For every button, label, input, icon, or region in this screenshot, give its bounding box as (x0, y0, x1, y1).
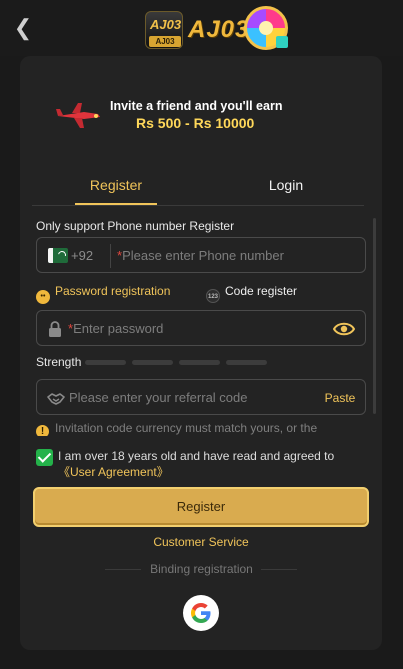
app-logo-badge: AJ03 AJ03 (145, 11, 183, 49)
referral-placeholder[interactable]: Please enter your referral code (69, 389, 299, 407)
back-button[interactable]: ❮ (10, 14, 36, 42)
currency-notice: ! Invitation code currency must match you… (36, 420, 366, 436)
lock-icon (49, 321, 61, 337)
invite-banner[interactable]: Invite a friend and you'll earn Rs 500 -… (52, 86, 352, 140)
chevron-left-icon: ❮ (13, 15, 33, 40)
numbers-icon: 123 (206, 289, 220, 303)
agreement-checkbox[interactable] (36, 449, 53, 466)
warning-icon: ! (36, 425, 49, 436)
code-register-option[interactable]: 123 Code register (206, 282, 316, 303)
strength-bar (85, 360, 126, 365)
tab-divider (32, 205, 364, 206)
strength-bar (179, 360, 220, 365)
eye-icon[interactable] (333, 320, 355, 338)
phone-placeholder[interactable]: *Please enter Phone number (117, 247, 317, 265)
agreement-text: I am over 18 years old and have read and… (58, 449, 335, 479)
paste-button[interactable]: Paste (323, 389, 357, 407)
country-code[interactable]: +92 (71, 247, 101, 265)
binding-registration-label: Binding registration (150, 562, 253, 576)
strength-bar (132, 360, 173, 365)
tab-register[interactable]: Register (75, 172, 157, 198)
password-field[interactable]: *Enter password (36, 310, 366, 346)
form-scrollbar[interactable] (373, 218, 376, 414)
divider-line (105, 569, 141, 570)
pakistan-flag-icon (48, 248, 68, 263)
field-separator (110, 244, 111, 268)
gift-icon (276, 36, 288, 48)
google-icon (191, 603, 211, 623)
customer-service-link[interactable]: Customer Service (140, 534, 262, 550)
airplane-icon (56, 103, 100, 128)
phone-field[interactable]: +92 *Please enter Phone number (36, 237, 366, 273)
referral-code-field[interactable]: Please enter your referral code Paste (36, 379, 366, 415)
banner-reward: Rs 500 - Rs 10000 (136, 115, 255, 131)
divider-line (261, 569, 297, 570)
tab-login[interactable]: Login (250, 172, 322, 198)
prize-wheel-hub (259, 21, 273, 35)
register-button[interactable]: Register (33, 487, 369, 527)
banner-title: Invite a friend and you'll earn (110, 99, 283, 113)
password-placeholder[interactable]: *Enter password (68, 320, 228, 338)
password-registration-option[interactable]: •• Password registration (36, 282, 176, 304)
logo-badge-label: AJ03 (149, 36, 181, 47)
user-agreement-link[interactable]: 《User Agreement》 (58, 465, 169, 479)
support-note: Only support Phone number Register (36, 219, 235, 233)
handshake-icon (47, 393, 65, 405)
strength-bar (226, 360, 267, 365)
google-login-button[interactable] (183, 595, 219, 631)
logo-badge-mark: AJ03 (150, 17, 182, 32)
smiley-icon: •• (36, 290, 50, 304)
top-bar: ❮ AJ03 AJ03 AJ03 (0, 0, 403, 56)
